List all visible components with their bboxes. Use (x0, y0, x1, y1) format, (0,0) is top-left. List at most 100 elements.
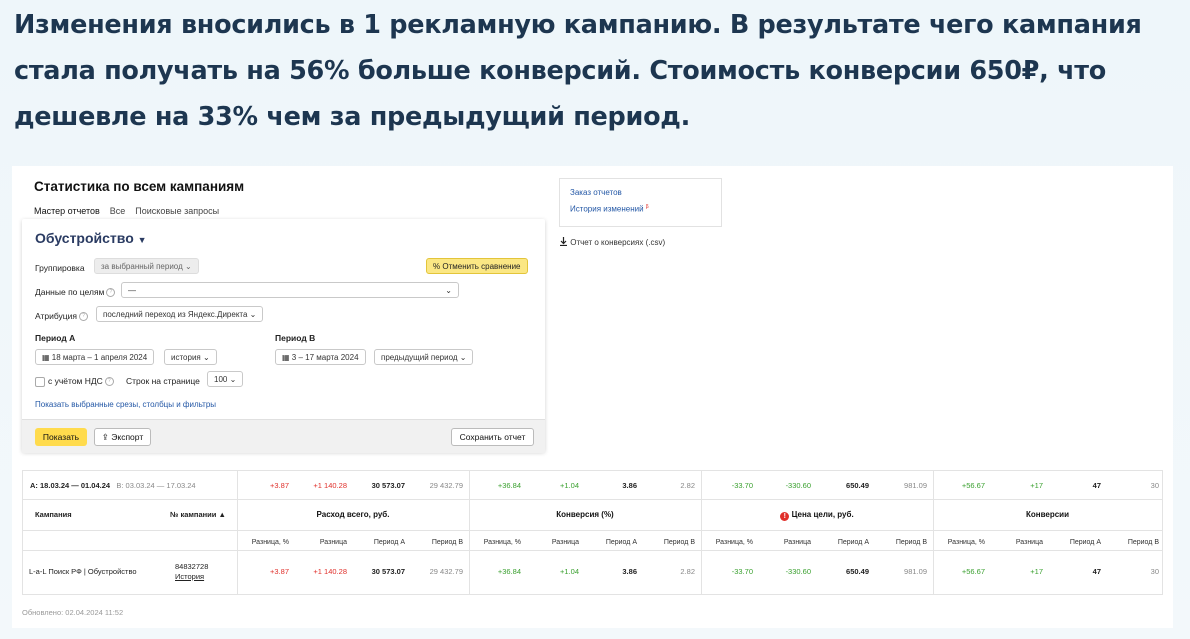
total-cell: +1 140.28 (313, 481, 347, 490)
chevron-down-icon: ⌄ (184, 262, 192, 271)
change-history-link[interactable]: История изменений β (570, 204, 649, 214)
total-cell: 47 (1092, 481, 1101, 490)
data-cell: 30 (1150, 567, 1159, 576)
attribution-label-text: Атрибуция (35, 311, 78, 321)
campaign-name-link[interactable]: L-a-L Поиск РФ | Обустройство (29, 567, 137, 576)
period-b-range: 03.03.24 — 17.03.24 (125, 481, 196, 490)
data-cell: +1.04 (560, 567, 579, 576)
export-button[interactable]: ⇪ Экспорт (94, 428, 151, 446)
period-b-mode-select[interactable]: предыдущий период ⌄ (374, 349, 474, 365)
subheader-cell: Разница, % (947, 539, 985, 546)
period-b-date-picker[interactable]: ▦ 3 – 17 марта 2024 (275, 349, 366, 365)
subheader-cell: Разница (783, 539, 811, 546)
data-cell: 30 573.07 (371, 567, 405, 576)
period-a-mode-select[interactable]: история ⌄ (164, 349, 217, 365)
data-cell: +36.84 (497, 567, 521, 576)
group-goal-price: ! Цена цели, руб. (701, 510, 933, 521)
data-cell: +17 (1030, 567, 1043, 576)
attribution-select[interactable]: последний переход из Яндекс.Директа ⌄ (96, 306, 264, 322)
subheader-cell: Период А (605, 539, 637, 546)
period-b-mode: предыдущий период (381, 353, 458, 362)
rows-select[interactable]: 100 ⌄ (207, 371, 244, 387)
total-cell: 30 573.07 (371, 481, 405, 490)
order-reports-link[interactable]: Заказ отчетов (570, 188, 622, 197)
total-cell: 30 (1150, 481, 1159, 490)
period-a-range: 18.03.24 — 01.04.24 (40, 481, 111, 490)
total-cell: -33.70 (731, 481, 753, 490)
subheader-cell: Разница, % (715, 539, 753, 546)
total-cell: 2.82 (680, 481, 695, 490)
total-cell: 29 432.79 (429, 481, 463, 490)
headline-text: Изменения вносились в 1 рекламную кампан… (14, 10, 1142, 132)
warning-icon: ! (780, 512, 790, 521)
vat-checkbox[interactable] (35, 377, 45, 387)
vat-label: с учётом НДС? (48, 376, 114, 387)
total-cell: +1.04 (560, 481, 579, 490)
total-cell: +36.84 (497, 481, 521, 490)
chevron-down-icon: ⌄ (229, 375, 237, 384)
statistics-table: А: 18.03.24 — 01.04.24 В: 03.03.24 — 17.… (22, 470, 1163, 595)
campaign-id: 84832728 (175, 562, 209, 571)
compare-icon: % (433, 262, 441, 271)
period-b-value: 3 – 17 марта 2024 (291, 353, 359, 362)
grouping-select[interactable]: за выбранный период ⌄ (94, 258, 199, 274)
subheader-cell: Период В (1127, 539, 1159, 546)
goals-label-text: Данные по целям (35, 287, 105, 297)
total-cell: +17 (1030, 481, 1043, 490)
conversions-csv-link[interactable]: Отчет о конверсиях (.csv) (559, 237, 665, 247)
total-cell: 981.09 (904, 481, 927, 490)
data-cell: 29 432.79 (429, 567, 463, 576)
cancel-compare-button[interactable]: % Отменить сравнение (426, 258, 528, 274)
report-name-dropdown[interactable]: Обустройство ▼ (35, 230, 147, 246)
data-cell: +56.67 (961, 567, 985, 576)
period-caption: А: 18.03.24 — 01.04.24 В: 03.03.24 — 17.… (30, 481, 196, 490)
rows-label: Строк на странице (126, 376, 200, 386)
beta-badge: β (645, 204, 649, 210)
subheader-cell: Разница, % (251, 539, 289, 546)
chevron-down-icon: ⌄ (459, 353, 467, 362)
group-conversions: Конверсии (1025, 510, 1070, 519)
col-campaign[interactable]: Кампания (35, 510, 72, 519)
data-cell: -33.70 (731, 567, 753, 576)
period-a-tag: А: (30, 481, 38, 490)
show-slices-link[interactable]: Показать выбранные срезы, столбцы и филь… (35, 400, 216, 409)
subheader-cell: Период А (837, 539, 869, 546)
rows-value: 100 (214, 375, 228, 384)
campaign-history-link[interactable]: История (175, 572, 204, 581)
goals-label: Данные по целям? (35, 287, 116, 298)
report-settings-card: Обустройство ▼ Группировка за выбранный … (22, 219, 545, 453)
cancel-compare-label: Отменить сравнение (442, 262, 521, 271)
show-button[interactable]: Показать (35, 428, 87, 446)
col-campaign-no[interactable]: № кампании ▲ (170, 510, 226, 519)
statistics-panel: Статистика по всем кампаниям Мастер отче… (12, 166, 1173, 628)
calendar-icon: ▦ (282, 353, 290, 362)
page-title: Статистика по всем кампаниям (34, 179, 245, 194)
period-a-date-picker[interactable]: ▦ 18 марта – 1 апреля 2024 (35, 349, 155, 365)
subheader-cell: Разница, % (483, 539, 521, 546)
updated-timestamp: Обновлено: 02.04.2024 11:52 (22, 608, 124, 617)
subheader-cell: Период В (663, 539, 695, 546)
subheader-cell: Период А (1069, 539, 1101, 546)
data-cell: 650.49 (846, 567, 869, 576)
total-cell: -330.60 (785, 481, 811, 490)
group-spend: Расход всего, руб. (316, 510, 390, 519)
help-icon: ? (104, 377, 114, 387)
total-cell: +3.87 (270, 481, 289, 490)
chevron-down-icon: ⌄ (249, 310, 257, 319)
save-report-button[interactable]: Сохранить отчет (451, 428, 534, 446)
export-label: Экспорт (111, 432, 144, 442)
grouping-value: за выбранный период (101, 262, 183, 271)
period-a-label: Период А (35, 333, 76, 343)
subheader-cell: Разница (319, 539, 347, 546)
data-cell: 2.82 (680, 567, 695, 576)
period-b-tag: В: (116, 481, 124, 490)
data-cell: +3.87 (270, 567, 289, 576)
goals-select[interactable]: — ⌄ (121, 282, 459, 298)
grouping-label: Группировка (35, 263, 85, 273)
data-cell: 981.09 (904, 567, 927, 576)
subheader-cell: Период В (895, 539, 927, 546)
side-links-box: Заказ отчетов История изменений β (559, 178, 722, 227)
goals-value: — (128, 286, 136, 295)
subheader-cell: Разница (551, 539, 579, 546)
data-cell: +1 140.28 (313, 567, 347, 576)
